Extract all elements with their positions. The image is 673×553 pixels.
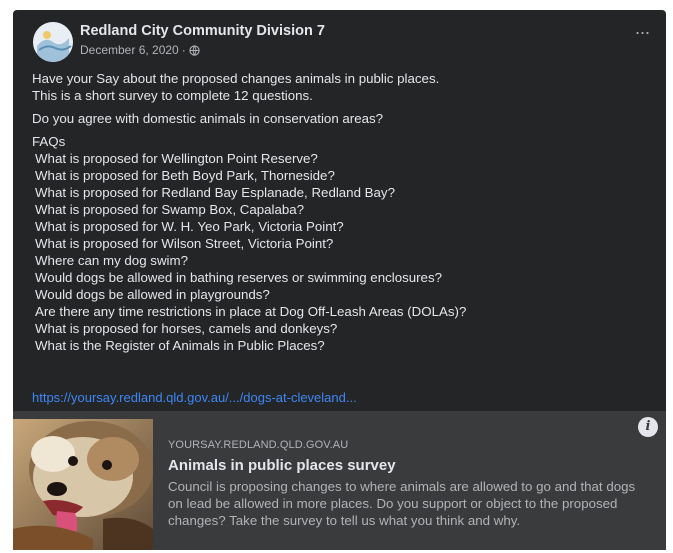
avatar-logo-icon — [33, 22, 73, 62]
faq-item: Would dogs be allowed in playgrounds? — [35, 287, 270, 302]
dog-photo[interactable] — [13, 419, 153, 550]
faq-heading: FAQs — [32, 134, 66, 149]
post-message: Have your Say about the proposed changes… — [32, 70, 652, 354]
survey-question: Do you agree with domestic animals in co… — [32, 111, 384, 126]
intro-line-2: This is a short survey to complete 12 qu… — [32, 88, 313, 103]
faq-item: What is proposed for Beth Boyd Park, Tho… — [35, 168, 335, 183]
preview-description: Council is proposing changes to where an… — [168, 479, 636, 528]
page-name-link[interactable]: Redland City Community Division 7 — [80, 23, 325, 39]
faq-item: What is proposed for Redland Bay Esplana… — [35, 185, 395, 200]
faq-item: Where can my dog swim? — [35, 253, 188, 268]
preview-domain: YOURSAY.REDLAND.QLD.GOV.AU — [168, 439, 349, 451]
faq-item: What is proposed for Wilson Street, Vict… — [35, 236, 334, 251]
more-options-icon[interactable]: ··· — [630, 23, 654, 44]
faq-item: What is proposed for W. H. Yeo Park, Vic… — [35, 219, 344, 234]
faq-item: What is proposed for Swamp Box, Capalaba… — [35, 202, 305, 217]
dog-photo-icon — [13, 419, 153, 550]
intro-line-1: Have your Say about the proposed changes… — [32, 71, 440, 86]
faq-item: Would dogs be allowed in bathing reserve… — [35, 270, 442, 285]
page-avatar[interactable] — [33, 22, 73, 62]
faq-item: What is the Register of Animals in Publi… — [35, 338, 325, 353]
facebook-post-card: Redland City Community Division 7 Decemb… — [13, 10, 666, 550]
info-icon[interactable]: i — [638, 417, 658, 437]
post-header: Redland City Community Division 7 Decemb… — [13, 10, 666, 62]
faq-item: What is proposed for Wellington Point Re… — [35, 151, 318, 166]
faq-item: Are there any time restrictions in place… — [35, 304, 467, 319]
survey-link[interactable]: https://yoursay.redland.qld.gov.au/.../d… — [32, 390, 357, 405]
meta-separator: · — [181, 43, 186, 57]
globe-icon — [189, 44, 200, 56]
preview-title[interactable]: Animals in public places survey — [168, 457, 396, 474]
link-preview-card[interactable]: i YOURSAY.REDLAND.QLD.GOV.AU Animals in … — [13, 411, 666, 550]
post-meta: December 6, 2020 · — [80, 43, 200, 57]
faq-item: What is proposed for horses, camels and … — [35, 321, 338, 336]
post-date[interactable]: December 6, 2020 — [80, 43, 179, 57]
